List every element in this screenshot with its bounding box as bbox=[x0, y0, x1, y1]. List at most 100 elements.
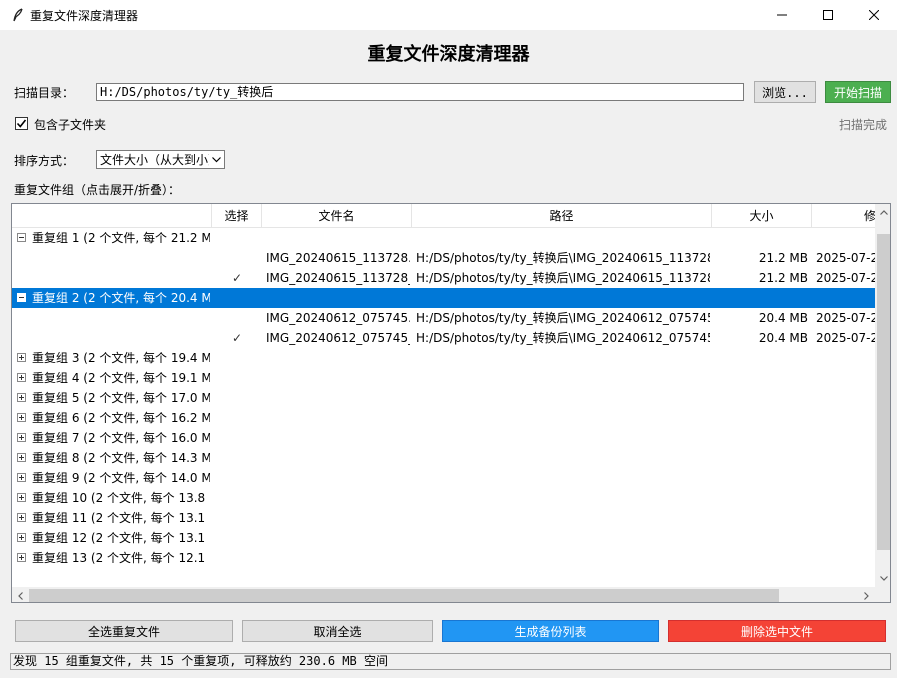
file-name: IMG_20240615_113728_1.png bbox=[266, 271, 410, 285]
delete-selected-button[interactable]: 删除选中文件 bbox=[668, 620, 886, 642]
deselect-all-button[interactable]: 取消全选 bbox=[242, 620, 433, 642]
group-row[interactable]: 重复组 1 (2 个文件, 每个 21.2 MB) bbox=[12, 228, 876, 248]
scroll-down-icon[interactable] bbox=[875, 570, 890, 587]
group-row[interactable]: 重复组 13 (2 个文件, 每个 12.1 MB) bbox=[12, 548, 876, 568]
horizontal-scrollbar[interactable] bbox=[12, 587, 875, 602]
scroll-up-icon[interactable] bbox=[875, 204, 890, 221]
file-path: H:/DS/photos/ty/ty_转换后\IMG_20240612_0757… bbox=[416, 331, 710, 345]
group-row[interactable]: 重复组 6 (2 个文件, 每个 16.2 MB) bbox=[12, 408, 876, 428]
column-header-filename[interactable]: 文件名 bbox=[262, 204, 412, 228]
horizontal-scroll-thumb[interactable] bbox=[29, 589, 779, 602]
group-label: 重复组 11 (2 个文件, 每个 13.1 MB) bbox=[32, 511, 210, 525]
column-header-path[interactable]: 路径 bbox=[412, 204, 712, 228]
group-row[interactable]: 重复组 11 (2 个文件, 每个 13.1 MB) bbox=[12, 508, 876, 528]
browse-button[interactable]: 浏览... bbox=[754, 81, 816, 103]
expand-icon[interactable] bbox=[17, 513, 26, 522]
group-label: 重复组 4 (2 个文件, 每个 19.1 MB) bbox=[32, 371, 210, 385]
select-all-button[interactable]: 全选重复文件 bbox=[15, 620, 233, 642]
scan-dir-input[interactable]: H:/DS/photos/ty/ty_转换后 bbox=[96, 83, 744, 101]
expand-icon[interactable] bbox=[17, 353, 26, 362]
start-scan-button[interactable]: 开始扫描 bbox=[825, 81, 891, 103]
group-label: 重复组 9 (2 个文件, 每个 14.0 MB) bbox=[32, 471, 210, 485]
groups-label: 重复文件组（点击展开/折叠）： bbox=[14, 183, 181, 197]
expand-icon[interactable] bbox=[17, 393, 26, 402]
maximize-icon[interactable] bbox=[805, 0, 851, 30]
file-name: IMG_20240612_075745.png bbox=[266, 311, 410, 325]
file-select-check[interactable]: ✓ bbox=[212, 328, 262, 348]
file-path: H:/DS/photos/ty/ty_转换后\IMG_20240612_0757… bbox=[416, 311, 710, 325]
file-path: H:/DS/photos/ty/ty_转换后\IMG_20240615_1137… bbox=[416, 271, 710, 285]
group-row[interactable]: 重复组 2 (2 个文件, 每个 20.4 MB) bbox=[12, 288, 876, 308]
file-name: IMG_20240612_075745_1.png bbox=[266, 331, 410, 345]
file-path: H:/DS/photos/ty/ty_转换后\IMG_20240615_1137… bbox=[416, 251, 710, 265]
group-row[interactable]: 重复组 10 (2 个文件, 每个 13.8 MB) bbox=[12, 488, 876, 508]
group-row[interactable]: 重复组 4 (2 个文件, 每个 19.1 MB) bbox=[12, 368, 876, 388]
file-row[interactable]: ✓ IMG_20240612_075745_1.png H:/DS/photos/t… bbox=[12, 328, 876, 348]
expand-icon[interactable] bbox=[17, 533, 26, 542]
group-label: 重复组 6 (2 个文件, 每个 16.2 MB) bbox=[32, 411, 210, 425]
expand-icon[interactable] bbox=[17, 433, 26, 442]
sort-label: 排序方式： bbox=[14, 154, 75, 168]
scan-dir-label: 扫描目录： bbox=[14, 86, 75, 100]
file-row[interactable]: IMG_20240615_113728.png H:/DS/photos/ty/t… bbox=[12, 248, 876, 268]
scan-status: 扫描完成 bbox=[838, 118, 887, 132]
file-modified: 2025-07-2 bbox=[816, 251, 876, 265]
group-row[interactable]: 重复组 7 (2 个文件, 每个 16.0 MB) bbox=[12, 428, 876, 448]
tree-header: 选择 文件名 路径 大小 修 bbox=[12, 204, 876, 228]
group-label: 重复组 2 (2 个文件, 每个 20.4 MB) bbox=[32, 291, 210, 305]
file-size: 21.2 MB bbox=[758, 271, 808, 285]
vertical-scrollbar[interactable] bbox=[875, 204, 890, 587]
include-subfolders-checkbox[interactable] bbox=[15, 117, 28, 130]
expand-icon[interactable] bbox=[17, 373, 26, 382]
file-modified: 2025-07-2 bbox=[816, 331, 876, 345]
expand-icon[interactable] bbox=[17, 493, 26, 502]
file-row[interactable]: ✓ IMG_20240615_113728_1.png H:/DS/photos/t… bbox=[12, 268, 876, 288]
file-select-check[interactable] bbox=[212, 248, 262, 268]
checkmark-icon bbox=[16, 119, 27, 128]
column-header-select[interactable]: 选择 bbox=[212, 204, 262, 228]
group-label: 重复组 3 (2 个文件, 每个 19.4 MB) bbox=[32, 351, 210, 365]
window-title: 重复文件深度清理器 bbox=[30, 8, 139, 23]
column-header-modified[interactable]: 修 bbox=[812, 204, 876, 228]
group-label: 重复组 13 (2 个文件, 每个 12.1 MB) bbox=[32, 551, 210, 565]
scrollbar-corner bbox=[875, 587, 890, 602]
expand-icon[interactable] bbox=[17, 553, 26, 562]
group-label: 重复组 8 (2 个文件, 每个 14.3 MB) bbox=[32, 451, 210, 465]
tree-rows: 重复组 1 (2 个文件, 每个 21.2 MB) IMG_20240615_11… bbox=[12, 228, 876, 568]
group-row[interactable]: 重复组 3 (2 个文件, 每个 19.4 MB) bbox=[12, 348, 876, 368]
sort-select[interactable]: 文件大小（从大到小） bbox=[96, 150, 225, 169]
file-row[interactable]: IMG_20240612_075745.png H:/DS/photos/ty/t… bbox=[12, 308, 876, 328]
generate-backup-list-button[interactable]: 生成备份列表 bbox=[442, 620, 659, 642]
status-bar: 发现 15 组重复文件, 共 15 个重复项, 可释放约 230.6 MB 空间 bbox=[10, 653, 891, 670]
group-label: 重复组 7 (2 个文件, 每个 16.0 MB) bbox=[32, 431, 210, 445]
duplicate-groups-tree[interactable]: 选择 文件名 路径 大小 修 重复组 1 (2 个文件, 每个 21.2 MB)… bbox=[11, 203, 891, 603]
file-size: 21.2 MB bbox=[758, 251, 808, 265]
collapse-icon[interactable] bbox=[17, 293, 26, 302]
chevron-down-icon bbox=[209, 156, 223, 163]
file-select-check[interactable] bbox=[212, 308, 262, 328]
scroll-left-icon[interactable] bbox=[12, 587, 29, 602]
file-select-check[interactable]: ✓ bbox=[212, 268, 262, 288]
group-label: 重复组 12 (2 个文件, 每个 13.1 MB) bbox=[32, 531, 210, 545]
collapse-icon[interactable] bbox=[17, 233, 26, 242]
close-icon[interactable] bbox=[851, 0, 897, 30]
group-row[interactable]: 重复组 9 (2 个文件, 每个 14.0 MB) bbox=[12, 468, 876, 488]
file-size: 20.4 MB bbox=[758, 331, 808, 345]
expand-icon[interactable] bbox=[17, 453, 26, 462]
expand-icon[interactable] bbox=[17, 473, 26, 482]
file-modified: 2025-07-2 bbox=[816, 271, 876, 285]
vertical-scroll-thumb[interactable] bbox=[877, 234, 890, 550]
group-row[interactable]: 重复组 5 (2 个文件, 每个 17.0 MB) bbox=[12, 388, 876, 408]
column-header-tree[interactable] bbox=[12, 204, 212, 228]
group-row[interactable]: 重复组 12 (2 个文件, 每个 13.1 MB) bbox=[12, 528, 876, 548]
feather-icon bbox=[10, 7, 26, 23]
group-label: 重复组 1 (2 个文件, 每个 21.2 MB) bbox=[32, 231, 210, 245]
group-label: 重复组 10 (2 个文件, 每个 13.8 MB) bbox=[32, 491, 210, 505]
file-size: 20.4 MB bbox=[758, 311, 808, 325]
scroll-right-icon[interactable] bbox=[858, 587, 875, 602]
expand-icon[interactable] bbox=[17, 413, 26, 422]
column-header-size[interactable]: 大小 bbox=[712, 204, 812, 228]
minimize-icon[interactable] bbox=[759, 0, 805, 30]
page-title: 重复文件深度清理器 bbox=[367, 44, 530, 65]
group-row[interactable]: 重复组 8 (2 个文件, 每个 14.3 MB) bbox=[12, 448, 876, 468]
